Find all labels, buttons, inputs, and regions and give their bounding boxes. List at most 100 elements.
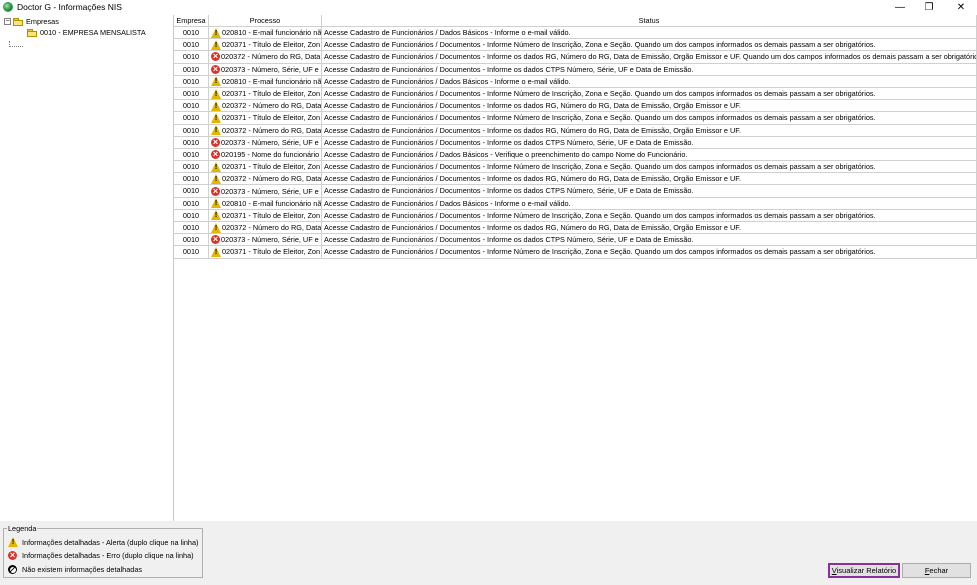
tree-node-label: 0010 - EMPRESA MENSALISTA	[40, 28, 146, 37]
cell-status: Acesse Cadastro de Funcionários / Docume…	[322, 246, 977, 259]
cell-empresa: 0010	[174, 148, 209, 162]
results-grid[interactable]: Empresa Processo Status 0010 020810 - E-m…	[174, 15, 977, 521]
cell-empresa: 0010	[174, 197, 209, 210]
table-row[interactable]: 0010 020810 - E-mail funcionário nãAcesse…	[174, 197, 977, 210]
tree-node-empresa-mensalista[interactable]: 0010 - EMPRESA MENSALISTA	[27, 27, 146, 38]
cell-status: Acesse Cadastro de Funcionários / Docume…	[322, 234, 977, 247]
error-icon	[211, 137, 220, 147]
legend-alert-label: Informações detalhadas - Alerta (duplo c…	[22, 537, 199, 547]
close-button[interactable]: Fechar	[902, 563, 971, 578]
cell-status: Acesse Cadastro de Funcionários / Docume…	[322, 222, 977, 235]
table-row[interactable]: 0010 020372 - Número do RG, DataAcesse Ca…	[174, 51, 977, 64]
close-window-button[interactable]: ✕	[946, 0, 976, 15]
processo-text: 020810 - E-mail funcionário nã	[222, 28, 322, 38]
warning-icon	[211, 88, 221, 99]
column-header-processo[interactable]: Processo	[209, 15, 322, 27]
cell-empresa: 0010	[174, 124, 209, 137]
cell-empresa: 0010	[174, 100, 209, 113]
tree-node-empresas[interactable]: − Empresas	[4, 16, 59, 27]
cell-processo: 020371 - Título de Eleitor, Zon	[209, 87, 322, 101]
cell-processo: 020373 - Número, Série, UF e	[209, 185, 322, 198]
processo-text: 020372 - Número do RG, Data	[222, 101, 322, 111]
cell-processo: 020810 - E-mail funcionário nã	[209, 27, 322, 40]
cell-status: Acesse Cadastro de Funcionários / Docume…	[322, 136, 977, 149]
warning-icon	[8, 537, 18, 547]
cell-processo: 020372 - Número do RG, Data	[209, 173, 322, 186]
grid-rows: 0010020810 - E-mail funcionário nãAcesse…	[174, 27, 977, 259]
cell-processo: 020372 - Número do RG, Data	[209, 124, 322, 137]
processo-text: 020371 - Título de Eleitor, Zon	[222, 89, 321, 99]
warning-icon	[211, 27, 221, 38]
table-row[interactable]: 0010 020373 - Número, Série, UF eAcesse C…	[174, 136, 977, 149]
table-row[interactable]: 0010 020372 - Número do RG, DataAcesse Ca…	[174, 173, 977, 186]
legend-item-none: Não existem informações detalhadas	[8, 565, 142, 574]
cell-processo: 020371 - Título de Eleitor, Zon	[209, 209, 322, 222]
processo-text: 020372 - Número do RG, Data	[222, 125, 322, 135]
error-icon	[211, 149, 220, 159]
error-icon	[8, 550, 17, 560]
table-row[interactable]: 0010 020372 - Número do RG, DataAcesse Ca…	[174, 222, 977, 235]
cell-status: Acesse Cadastro de Funcionários / Docume…	[322, 209, 977, 222]
table-row[interactable]: 0010 020373 - Número, Série, UF eAcesse C…	[174, 63, 977, 76]
processo-text: 020371 - Título de Eleitor, Zon	[222, 40, 321, 50]
processo-text: 020372 - Número do RG, Data	[222, 174, 322, 184]
cell-processo: 020810 - E-mail funcionário nã	[209, 75, 322, 88]
cell-processo: 020373 - Número, Série, UF e	[209, 234, 322, 247]
cell-empresa: 0010	[174, 136, 209, 149]
cell-empresa: 0010	[174, 39, 209, 52]
processo-text: 020372 - Número do RG, Data	[221, 52, 321, 62]
table-row[interactable]: 0010 020371 - Título de Eleitor, ZonAcess…	[174, 39, 977, 52]
title-bar: Doctor G - Informações NIS — ❐ ✕	[0, 0, 977, 15]
cell-processo: 020373 - Número, Série, UF e	[209, 63, 322, 76]
error-icon	[211, 64, 220, 74]
table-row[interactable]: 0010 020810 - E-mail funcionário nãAcesse…	[174, 27, 977, 40]
processo-text: 020371 - Título de Eleitor, Zon	[222, 247, 321, 257]
minimize-button[interactable]: —	[885, 0, 915, 15]
cell-status: Acesse Cadastro de Funcionários / Docume…	[322, 161, 977, 174]
processo-text: 020195 - Nome do funcionário	[221, 149, 320, 159]
table-row[interactable]: 0010 020371 - Título de Eleitor, ZonAcess…	[174, 87, 977, 101]
warning-icon	[211, 39, 221, 50]
warning-icon	[211, 173, 221, 184]
table-row[interactable]: 0010 020371 - Título de Eleitor, ZonAcess…	[174, 112, 977, 125]
cell-empresa: 0010	[174, 222, 209, 235]
cell-processo: 020372 - Número do RG, Data	[209, 51, 322, 64]
cell-empresa: 0010	[174, 246, 209, 259]
table-row[interactable]: 0010 020371 - Título de Eleitor, ZonAcess…	[174, 209, 977, 222]
error-icon	[211, 51, 220, 62]
processo-text: 020373 - Número, Série, UF e	[221, 186, 319, 196]
cell-status: Acesse Cadastro de Funcionários / Dados …	[322, 197, 977, 210]
company-tree[interactable]: − Empresas 0010 - EMPRESA MENSALISTA	[0, 15, 174, 521]
cell-processo: 020810 - E-mail funcionário nã	[209, 197, 322, 210]
warning-icon	[211, 76, 221, 87]
cell-status: Acesse Cadastro de Funcionários / Docume…	[322, 100, 977, 113]
warning-icon	[211, 112, 221, 123]
cell-status: Acesse Cadastro de Funcionários / Docume…	[322, 63, 977, 76]
cell-empresa: 0010	[174, 173, 209, 186]
report-label: isualizar Relatório	[836, 566, 897, 575]
app-logo-icon	[3, 2, 13, 12]
table-row[interactable]: 0010 020195 - Nome do funcionárioAcesse C…	[174, 148, 977, 162]
column-header-empresa[interactable]: Empresa	[174, 15, 209, 27]
cell-empresa: 0010	[174, 75, 209, 88]
table-row[interactable]: 0010 020373 - Número, Série, UF eAcesse C…	[174, 234, 977, 247]
view-report-button[interactable]: Visualizar Relatório	[828, 563, 900, 578]
processo-text: 020810 - E-mail funcionário nã	[222, 76, 322, 86]
table-row[interactable]: 0010 020372 - Número do RG, DataAcesse Ca…	[174, 124, 977, 137]
table-row[interactable]: 0010 020373 - Número, Série, UF eAcesse C…	[174, 185, 977, 198]
table-row[interactable]: 0010 020371 - Título de Eleitor, ZonAcess…	[174, 161, 977, 174]
restore-button[interactable]: ❐	[914, 0, 944, 15]
warning-icon	[211, 210, 221, 221]
window-title: Doctor G - Informações NIS	[17, 2, 122, 12]
processo-text: 020371 - Título de Eleitor, Zon	[222, 210, 321, 220]
collapse-icon[interactable]: −	[4, 18, 11, 25]
legend-title: Legenda	[7, 524, 38, 533]
processo-text: 020373 - Número, Série, UF e	[221, 64, 319, 74]
cell-processo: 020372 - Número do RG, Data	[209, 100, 322, 113]
table-row[interactable]: 0010 020371 - Título de Eleitor, ZonAcess…	[174, 246, 977, 259]
table-row[interactable]: 0010 020810 - E-mail funcionário nãAcesse…	[174, 75, 977, 88]
warning-icon	[211, 125, 221, 136]
column-header-status[interactable]: Status	[322, 15, 977, 27]
table-row[interactable]: 0010 020372 - Número do RG, DataAcesse Ca…	[174, 100, 977, 113]
folder-open-icon	[13, 17, 23, 26]
